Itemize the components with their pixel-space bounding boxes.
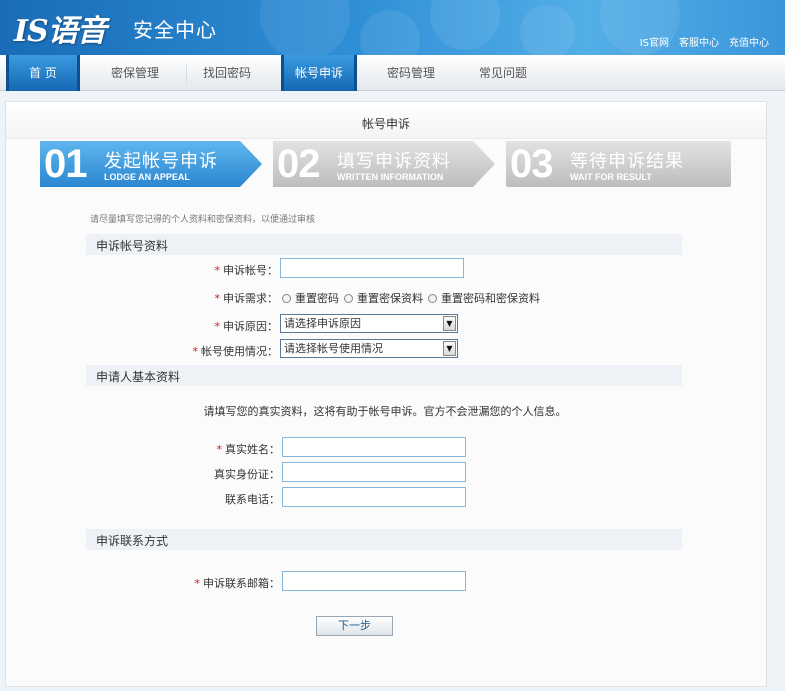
chevron-down-icon[interactable]: ▼ <box>443 341 456 356</box>
usage-select-value: 请选择帐号使用情况 <box>284 342 383 355</box>
step-2-written-information: 02 填写申诉资料 WRITTEN INFORMATION <box>273 141 495 187</box>
required-mark: * <box>214 320 221 333</box>
nav-security-management[interactable]: 密保管理 <box>96 55 174 91</box>
decor-bubble <box>360 10 420 55</box>
section-title: 申诉帐号资料 <box>96 239 169 253</box>
step-title: 发起帐号申诉 <box>104 151 218 172</box>
label-id-row: 真实身份证： <box>0 466 280 481</box>
required-mark: * <box>192 345 199 358</box>
panel-title-bar: 帐号申诉 <box>6 102 766 139</box>
top-links: IS官网 客服中心 充值中心 <box>640 34 769 49</box>
step-subtitle: WAIT FOR RESULT <box>570 172 652 182</box>
real-name-input[interactable] <box>282 437 466 457</box>
step-1-lodge-appeal: 01 发起帐号申诉 LODGE AN APPEAL <box>40 141 262 187</box>
usage-label: * 帐号使用情况： <box>192 345 279 358</box>
decor-bubble <box>430 0 500 50</box>
usage-select[interactable]: 请选择帐号使用情况 ▼ <box>280 339 458 358</box>
link-is-official[interactable]: IS官网 <box>640 34 669 49</box>
step-3-wait-for-result: 03 等待申诉结果 WAIT FOR RESULT <box>506 141 731 187</box>
label-reason-row: * 申诉原因： <box>0 318 279 333</box>
step-number: 02 <box>277 142 320 186</box>
id-card-input[interactable] <box>282 462 466 482</box>
section-account-info: 申诉帐号资料 <box>86 234 682 255</box>
id-card-label: 真实身份证： <box>214 468 280 481</box>
header-banner: IS语音 安全中心 IS官网 客服中心 充值中心 <box>0 0 785 55</box>
required-mark: * <box>214 264 221 277</box>
label-account-row: * 申诉帐号： <box>0 262 279 277</box>
decor-bubble <box>520 5 575 55</box>
nav-recover-password[interactable]: 找回密码 <box>190 55 264 91</box>
name-label: * 真实姓名： <box>216 443 281 456</box>
radio-reset-both[interactable]: 重置密码和密保资料 <box>428 290 540 306</box>
account-input[interactable] <box>280 258 464 278</box>
email-label: * 申诉联系邮箱： <box>194 577 281 590</box>
step-subtitle: WRITTEN INFORMATION <box>337 172 444 182</box>
nav-password-management[interactable]: 密码管理 <box>374 55 448 91</box>
nav-home[interactable]: 首 页 <box>6 55 80 91</box>
link-recharge[interactable]: 充值中心 <box>729 34 769 49</box>
next-step-button[interactable]: 下一步 <box>316 616 393 636</box>
reason-select[interactable]: 请选择申诉原因 ▼ <box>280 314 458 333</box>
required-mark: * <box>216 443 223 456</box>
section-contact-info: 申诉联系方式 <box>86 529 682 550</box>
step-number: 01 <box>44 142 87 186</box>
form-hint: 请尽量填写您记得的个人资料和密保资料，以便通过审核 <box>90 215 316 225</box>
privacy-info-text: 请填写您的真实资料，这将有助于帐号申诉。官方不会泄漏您的个人信息。 <box>203 405 567 418</box>
section-title: 申诉联系方式 <box>96 534 169 548</box>
nav-faq[interactable]: 常见问题 <box>466 55 540 91</box>
appeal-panel: 帐号申诉 <box>5 101 767 687</box>
step-title: 填写申诉资料 <box>337 151 451 172</box>
account-label: * 申诉帐号： <box>214 264 279 277</box>
label-phone-row: 联系电话： <box>0 491 280 506</box>
nav-divider <box>186 63 187 83</box>
phone-input[interactable] <box>282 487 466 507</box>
section-title: 申请人基本资料 <box>96 370 181 384</box>
required-mark: * <box>194 577 201 590</box>
need-label: * 申诉需求： <box>214 292 279 305</box>
reason-select-value: 请选择申诉原因 <box>284 317 361 330</box>
label-usage-row: * 帐号使用情况： <box>0 343 279 358</box>
step-subtitle: LODGE AN APPEAL <box>104 172 190 182</box>
email-input[interactable] <box>282 571 466 591</box>
logo[interactable]: IS语音 <box>14 6 107 50</box>
panel-title: 帐号申诉 <box>361 117 410 131</box>
label-need-row: * 申诉需求： <box>0 290 279 305</box>
link-customer-service[interactable]: 客服中心 <box>679 34 719 49</box>
label-email-row: * 申诉联系邮箱： <box>0 575 281 590</box>
step-number: 03 <box>510 142 553 186</box>
reason-label: * 申诉原因： <box>214 320 279 333</box>
required-mark: * <box>214 292 221 305</box>
site-subtitle: 安全中心 <box>133 18 217 42</box>
radio-reset-password[interactable]: 重置密码 <box>282 290 339 306</box>
chevron-down-icon[interactable]: ▼ <box>443 316 456 331</box>
step-title: 等待申诉结果 <box>570 151 684 172</box>
radio-reset-security[interactable]: 重置密保资料 <box>344 290 423 306</box>
nav-account-appeal[interactable]: 帐号申诉 <box>281 55 357 91</box>
section-applicant-info: 申请人基本资料 <box>86 365 682 386</box>
decor-bubble <box>260 0 350 55</box>
label-name-row: * 真实姓名： <box>0 441 281 456</box>
main-nav: 首 页 密保管理 找回密码 帐号申诉 密码管理 常见问题 <box>0 55 785 91</box>
phone-label: 联系电话： <box>225 493 280 506</box>
